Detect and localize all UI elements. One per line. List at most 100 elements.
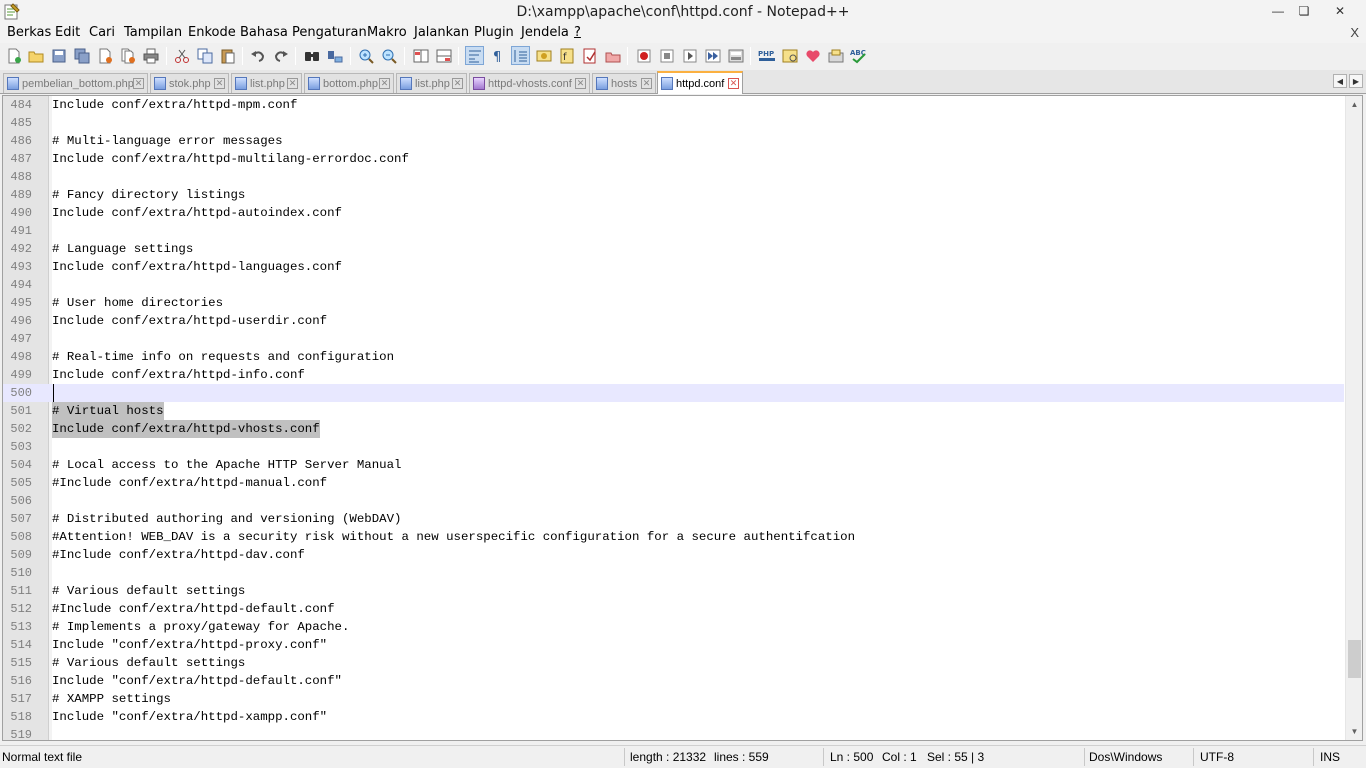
code-line[interactable]: 510 xyxy=(3,564,1344,582)
play-macro-icon[interactable] xyxy=(680,46,699,65)
scrollbar-thumb[interactable] xyxy=(1348,640,1361,678)
code-line[interactable]: 513 # Implements a proxy/gateway for Apac… xyxy=(3,618,1344,636)
tab-bottom[interactable]: bottom.php ✕ xyxy=(304,73,394,93)
tab-close-icon[interactable]: ✕ xyxy=(452,78,463,89)
tab-pembelian-bottom[interactable]: pembelian_bottom.php ✕ xyxy=(3,73,148,93)
menu-pengaturan[interactable]: Pengaturan xyxy=(292,25,367,40)
replace-icon[interactable] xyxy=(325,46,344,65)
code-line[interactable]: 507 # Distributed authoring and versionin… xyxy=(3,510,1344,528)
tab-scroll-left-button[interactable]: ◀ xyxy=(1333,74,1347,88)
code-line[interactable]: 493 Include conf/extra/httpd-languages.co… xyxy=(3,258,1344,276)
text-editor[interactable]: 484 Include conf/extra/httpd-mpm.conf 485 4… xyxy=(2,95,1363,741)
tab-scroll-right-button[interactable]: ▶ xyxy=(1349,74,1363,88)
scroll-up-arrow-icon[interactable]: ▲ xyxy=(1346,96,1362,113)
code-line[interactable]: 489 # Fancy directory listings xyxy=(3,186,1344,204)
tab-close-icon[interactable]: ✕ xyxy=(379,78,390,89)
redo-icon[interactable] xyxy=(271,46,290,65)
menu-jalankan[interactable]: Jalankan xyxy=(414,25,469,40)
code-line[interactable]: 487 Include conf/extra/httpd-multilang-er… xyxy=(3,150,1344,168)
record-macro-icon[interactable] xyxy=(634,46,653,65)
menu-bahasa[interactable]: Bahasa xyxy=(240,25,288,40)
word-wrap-icon[interactable] xyxy=(465,46,484,65)
code-line[interactable]: 519 xyxy=(3,726,1344,740)
tab-list-2[interactable]: list.php ✕ xyxy=(396,73,467,93)
zoom-out-icon[interactable] xyxy=(379,46,398,65)
cut-icon[interactable] xyxy=(172,46,191,65)
code-line[interactable]: 518 Include "conf/extra/httpd-xampp.conf" xyxy=(3,708,1344,726)
code-line[interactable]: 492 # Language settings xyxy=(3,240,1344,258)
code-line[interactable]: 497 xyxy=(3,330,1344,348)
find-icon[interactable] xyxy=(302,46,321,65)
indent-guide-icon[interactable] xyxy=(511,46,530,65)
close-window-button[interactable]: ✕ xyxy=(1318,0,1362,22)
menu-plugin[interactable]: Plugin xyxy=(474,25,514,40)
close-file-icon[interactable] xyxy=(95,46,114,65)
menu-makro[interactable]: Makro xyxy=(367,25,407,40)
tab-close-icon[interactable]: ✕ xyxy=(214,78,225,89)
tab-httpd-vhosts[interactable]: httpd-vhosts.conf ✕ xyxy=(469,73,590,93)
menu-help[interactable]: ? xyxy=(574,25,581,40)
code-line[interactable]: 495 # User home directories xyxy=(3,294,1344,312)
paste-icon[interactable] xyxy=(218,46,237,65)
code-line[interactable]: 509 #Include conf/extra/httpd-dav.conf xyxy=(3,546,1344,564)
menu-cari[interactable]: Cari xyxy=(89,25,115,40)
code-line[interactable]: 499 Include conf/extra/httpd-info.conf xyxy=(3,366,1344,384)
copy-icon[interactable] xyxy=(195,46,214,65)
code-line[interactable]: 485 xyxy=(3,114,1344,132)
tab-list[interactable]: list.php ✕ xyxy=(231,73,302,93)
plugin-manager-icon[interactable] xyxy=(780,46,799,65)
code-line[interactable]: 503 xyxy=(3,438,1344,456)
menu-tampilan[interactable]: Tampilan xyxy=(124,25,182,40)
tab-hosts[interactable]: hosts ✕ xyxy=(592,73,656,93)
code-line[interactable]: 505 #Include conf/extra/httpd-manual.conf xyxy=(3,474,1344,492)
undo-icon[interactable] xyxy=(248,46,267,65)
code-line[interactable]: 496 Include conf/extra/httpd-userdir.conf xyxy=(3,312,1344,330)
show-all-chars-icon[interactable]: ¶ xyxy=(488,46,507,65)
code-line[interactable]: 514 Include "conf/extra/httpd-proxy.conf" xyxy=(3,636,1344,654)
maximize-button[interactable]: ❏ xyxy=(1290,0,1318,22)
menu-enkode[interactable]: Enkode xyxy=(188,25,236,40)
tab-close-icon[interactable]: ✕ xyxy=(728,78,739,89)
save-all-icon[interactable] xyxy=(72,46,91,65)
tab-httpd-conf[interactable]: httpd.conf ✕ xyxy=(657,71,743,94)
vertical-scrollbar[interactable]: ▲ ▼ xyxy=(1345,96,1362,740)
run-macro-multiple-icon[interactable] xyxy=(703,46,722,65)
menu-edit[interactable]: Edit xyxy=(55,25,80,40)
code-line[interactable]: 515 # Various default settings xyxy=(3,654,1344,672)
code-line[interactable]: 508 #Attention! WEB_DAV is a security ris… xyxy=(3,528,1344,546)
print-icon[interactable] xyxy=(141,46,160,65)
code-line[interactable]: 498 # Real-time info on requests and conf… xyxy=(3,348,1344,366)
code-line[interactable]: 512 #Include conf/extra/httpd-default.con… xyxy=(3,600,1344,618)
code-line[interactable]: 484 Include conf/extra/httpd-mpm.conf xyxy=(3,96,1344,114)
save-icon[interactable] xyxy=(49,46,68,65)
spell-check-icon[interactable]: ABC xyxy=(849,46,868,65)
code-line[interactable]: 494 xyxy=(3,276,1344,294)
code-line[interactable]: 491 xyxy=(3,222,1344,240)
doc-map-icon[interactable] xyxy=(534,46,553,65)
monitoring-icon[interactable] xyxy=(603,46,622,65)
code-line[interactable]: 500 xyxy=(3,384,1344,402)
stop-record-icon[interactable] xyxy=(657,46,676,65)
menu-berkas[interactable]: Berkas xyxy=(7,25,51,40)
status-eol-format[interactable]: Dos\Windows xyxy=(1089,750,1162,764)
scroll-down-arrow-icon[interactable]: ▼ xyxy=(1346,723,1362,740)
code-line[interactable]: 517 # XAMPP settings xyxy=(3,690,1344,708)
status-insert-mode[interactable]: INS xyxy=(1320,750,1340,764)
code-line[interactable]: 502 Include conf/extra/httpd-vhosts.conf xyxy=(3,420,1344,438)
code-line[interactable]: 488 xyxy=(3,168,1344,186)
open-file-icon[interactable] xyxy=(26,46,45,65)
code-line[interactable]: 516 Include "conf/extra/httpd-default.con… xyxy=(3,672,1344,690)
sync-horizontal-icon[interactable] xyxy=(434,46,453,65)
tab-close-icon[interactable]: ✕ xyxy=(575,78,586,89)
minimize-button[interactable]: — xyxy=(1264,0,1292,22)
npp-export-icon[interactable] xyxy=(826,46,845,65)
folder-workspace-icon[interactable] xyxy=(580,46,599,65)
function-list-icon[interactable]: f xyxy=(557,46,576,65)
menu-jendela[interactable]: Jendela xyxy=(521,25,569,40)
tab-close-icon[interactable]: ✕ xyxy=(641,78,652,89)
code-line[interactable]: 504 # Local access to the Apache HTTP Ser… xyxy=(3,456,1344,474)
close-all-icon[interactable] xyxy=(118,46,137,65)
status-encoding[interactable]: UTF-8 xyxy=(1200,750,1234,764)
sync-vertical-icon[interactable] xyxy=(411,46,430,65)
code-line[interactable]: 506 xyxy=(3,492,1344,510)
